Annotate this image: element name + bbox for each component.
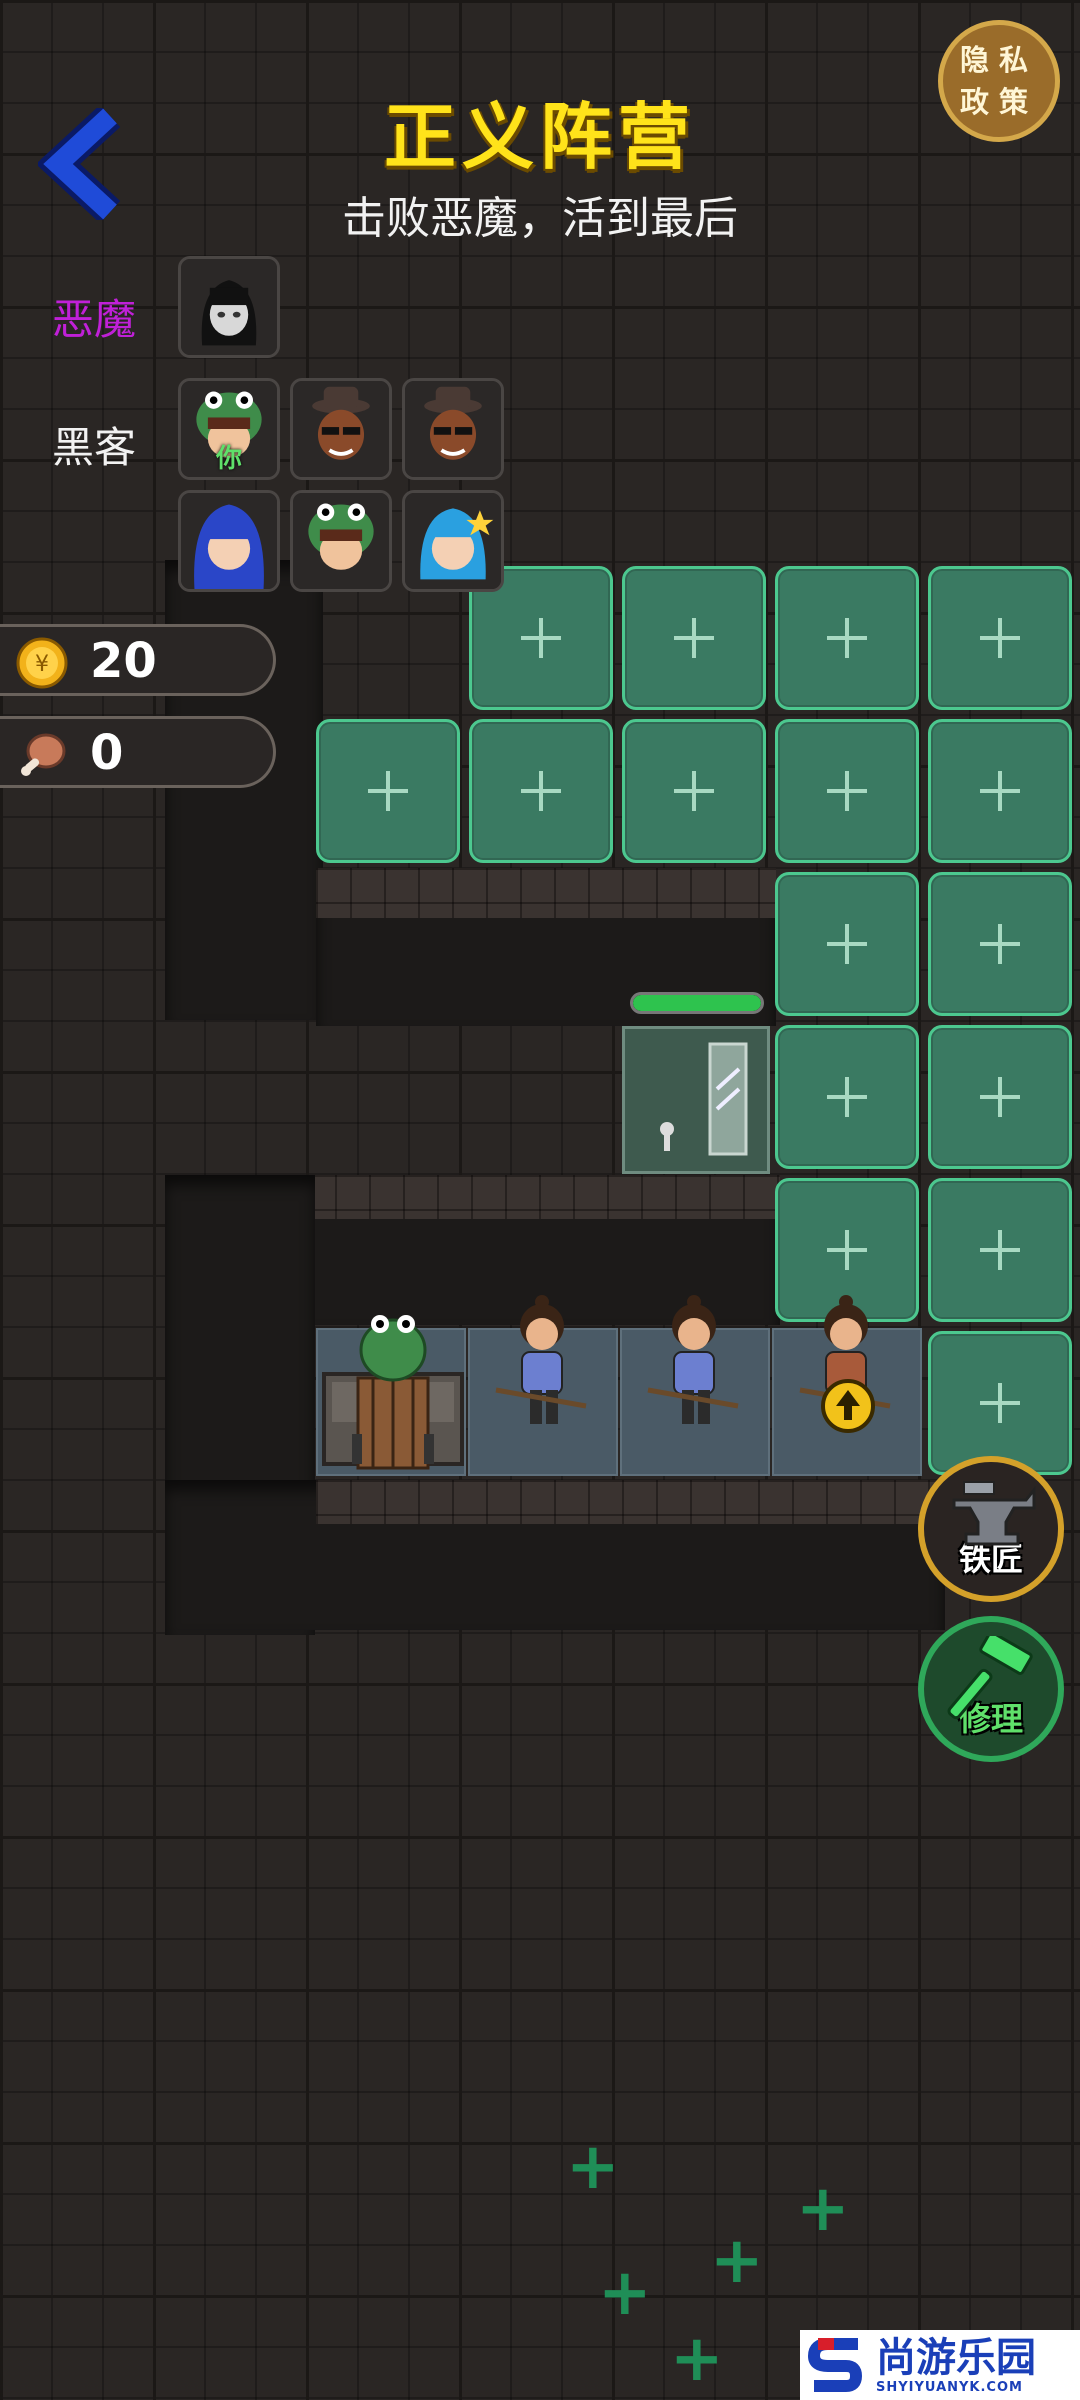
build-slot[interactable] — [469, 719, 613, 863]
anvil-icon — [952, 1481, 1036, 1546]
hacker-avatar[interactable] — [178, 490, 280, 592]
gold-value: 20 — [90, 633, 157, 689]
privacy-policy-button[interactable]: 隐私 政策 — [938, 20, 1060, 142]
page-subtitle: 击败恶魔，活到最后 — [342, 193, 738, 244]
build-slot[interactable] — [622, 566, 766, 710]
coin-icon: ¥ — [16, 637, 68, 689]
meat-value: 0 — [90, 725, 124, 781]
player-character-frog[interactable] — [318, 1304, 468, 1478]
build-slot[interactable] — [775, 1025, 919, 1169]
door[interactable] — [622, 1026, 770, 1174]
build-slot[interactable] — [928, 872, 1072, 1016]
page-title: 正义阵营 — [383, 95, 696, 179]
build-slot[interactable] — [928, 1025, 1072, 1169]
meat-icon — [21, 733, 66, 776]
hacker-avatar[interactable] — [290, 490, 392, 592]
hammer-icon — [947, 1636, 1033, 1720]
door-hp-bar — [630, 992, 764, 1014]
repair-button[interactable]: 修理 — [918, 1616, 1064, 1762]
plus-mark: + — [710, 2224, 764, 2298]
build-slot[interactable] — [928, 1331, 1072, 1475]
wall-face — [316, 868, 776, 918]
build-slot[interactable] — [928, 566, 1072, 710]
demon-label: 恶魔 — [52, 295, 137, 344]
watermark: 尚游乐园 SHYIYUANYK.COM — [800, 2330, 1080, 2400]
gold-counter: ¥ 20 — [0, 624, 276, 696]
hacker-avatar[interactable] — [402, 378, 504, 480]
privacy-line-1: 隐私 — [959, 43, 1038, 77]
door-icon — [660, 1042, 748, 1156]
you-tag: 你 — [215, 444, 242, 474]
enemy-hunter[interactable] — [646, 1290, 746, 1450]
privacy-line-2: 政策 — [959, 85, 1038, 119]
build-slot[interactable] — [622, 719, 766, 863]
build-slot[interactable] — [928, 719, 1072, 863]
upgrade-arrow-icon[interactable] — [820, 1378, 876, 1434]
door-hp-fill — [633, 995, 761, 1011]
meat-counter: 0 — [0, 716, 276, 788]
hacker-avatar[interactable] — [290, 378, 392, 480]
watermark-url: SHYIYUANYK.COM — [876, 2379, 1023, 2395]
wall-face — [316, 1480, 946, 1524]
build-slot[interactable] — [775, 719, 919, 863]
hacker-avatar[interactable] — [402, 490, 504, 592]
watermark-logo-icon — [807, 2338, 863, 2392]
build-slot[interactable] — [775, 872, 919, 1016]
build-slot[interactable] — [928, 1178, 1072, 1322]
build-slot[interactable] — [775, 566, 919, 710]
plus-mark: + — [670, 2322, 724, 2396]
enemy-hunter[interactable] — [494, 1290, 594, 1450]
plus-mark: + — [566, 2130, 620, 2204]
blacksmith-button[interactable]: 铁匠 — [918, 1456, 1064, 1602]
hacker-label: 黑客 — [52, 423, 137, 472]
plus-mark: + — [598, 2256, 652, 2330]
build-slot[interactable] — [316, 719, 460, 863]
svg-text:¥: ¥ — [35, 652, 49, 677]
watermark-brand: 尚游乐园 — [876, 2334, 1036, 2381]
plus-mark: + — [796, 2172, 850, 2246]
player-avatar-frog[interactable]: 你 — [178, 378, 280, 480]
demon-avatar[interactable] — [178, 256, 280, 358]
